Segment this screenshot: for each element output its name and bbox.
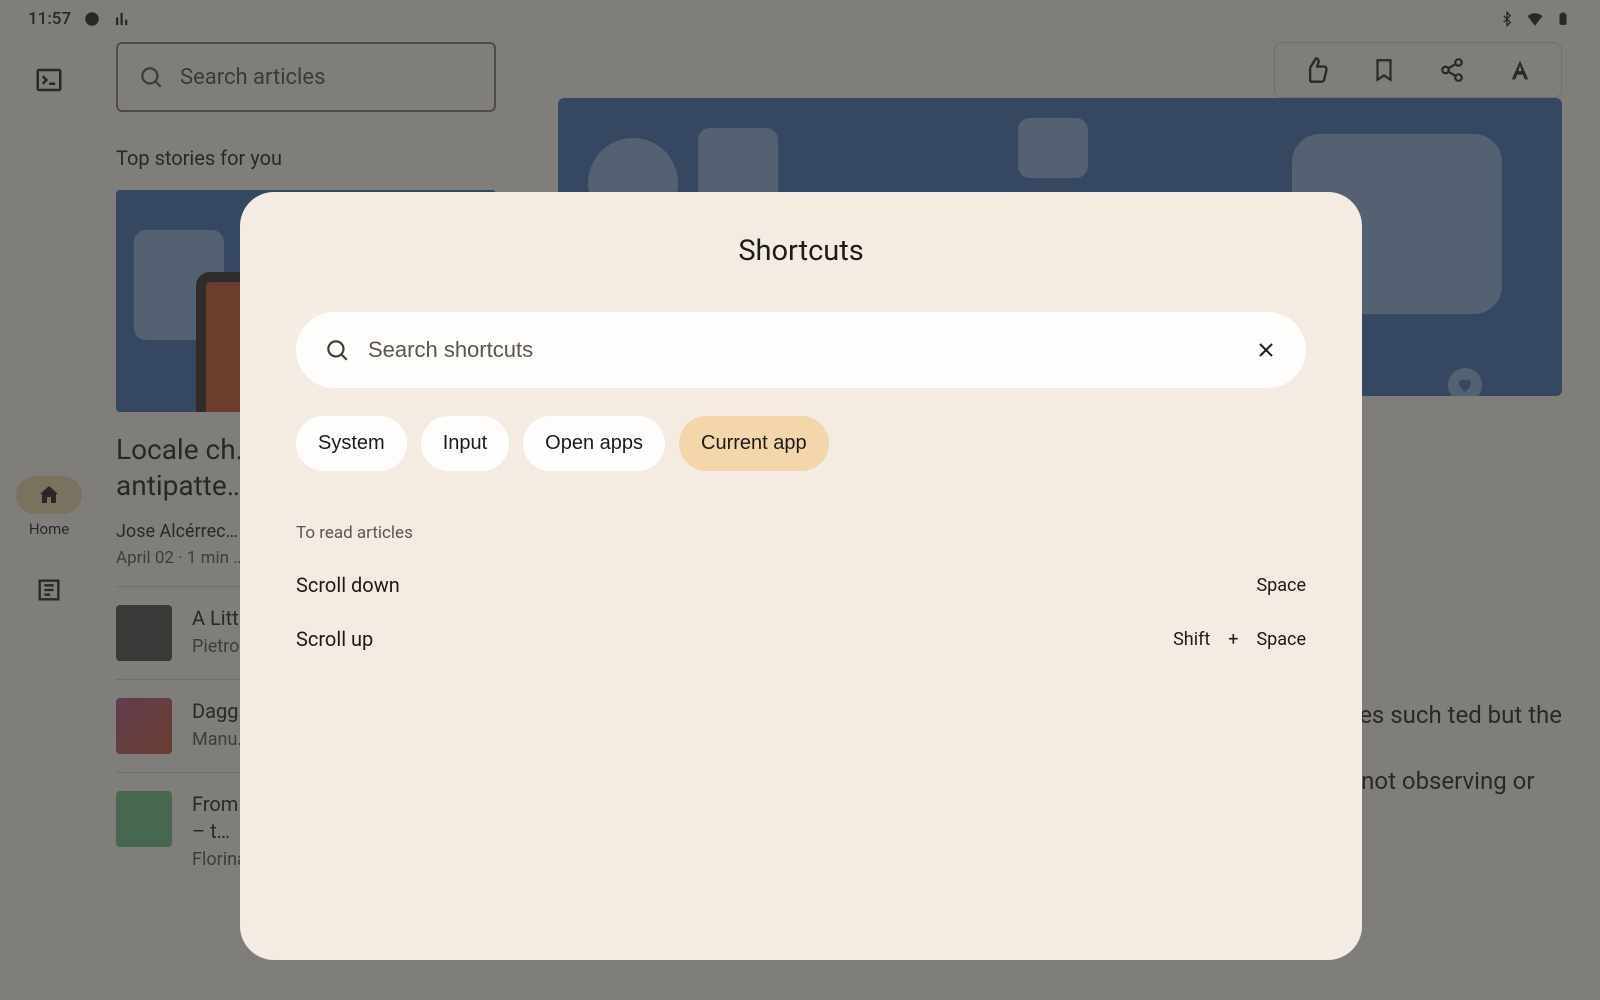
chip-input[interactable]: Input (421, 416, 509, 471)
search-icon (324, 337, 350, 363)
category-chips: System Input Open apps Current app (296, 416, 1306, 471)
shortcut-action: Scroll up (296, 627, 373, 651)
close-icon (1254, 338, 1278, 362)
shortcut-row: Scroll down Space (296, 573, 1306, 597)
shortcut-group-label: To read articles (296, 523, 1306, 543)
dialog-title: Shortcuts (296, 234, 1306, 268)
shortcut-keys: Shift + Space (1173, 629, 1306, 650)
chip-system[interactable]: System (296, 416, 407, 471)
shortcut-search[interactable] (296, 312, 1306, 388)
shortcut-action: Scroll down (296, 573, 400, 597)
shortcut-keys: Space (1256, 575, 1306, 596)
chip-current-app[interactable]: Current app (679, 416, 829, 471)
shortcuts-dialog: Shortcuts System Input Open apps Current… (240, 192, 1362, 960)
chip-open-apps[interactable]: Open apps (523, 416, 665, 471)
shortcut-row: Scroll up Shift + Space (296, 627, 1306, 651)
clear-search-button[interactable] (1254, 338, 1278, 362)
shortcut-search-input[interactable] (368, 337, 1236, 363)
